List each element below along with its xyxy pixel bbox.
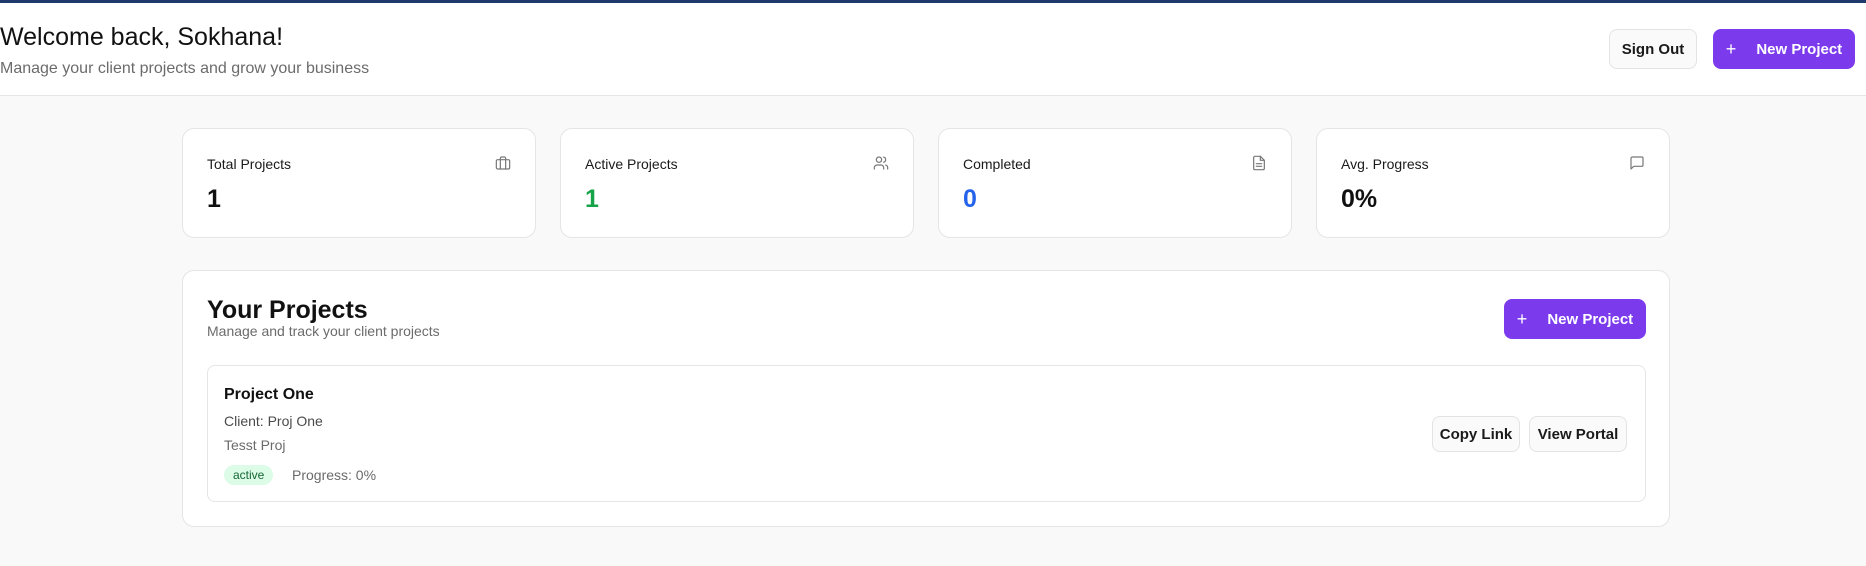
plus-icon: + [1516, 309, 1528, 329]
stat-card-total-projects: Total Projects 1 [182, 128, 536, 238]
copy-link-label: Copy Link [1439, 425, 1513, 443]
project-description: Tesst Proj [224, 437, 286, 453]
project-name: Project One [224, 386, 314, 403]
stat-value: 1 [585, 185, 599, 213]
status-badge: active [224, 465, 274, 485]
stat-label: Avg. Progress [1341, 156, 1429, 172]
projects-title: Your Projects [207, 296, 368, 324]
stat-card-active-projects: Active Projects 1 [560, 128, 914, 238]
sign-out-button[interactable]: Sign Out [1609, 29, 1697, 69]
users-icon [873, 156, 889, 170]
stat-card-avg-progress: Avg. Progress 0% [1316, 128, 1670, 238]
plus-icon: + [1725, 39, 1737, 59]
briefcase-icon [495, 156, 511, 170]
sign-out-label: Sign Out [1621, 40, 1685, 58]
project-card: Project One Client: Proj One Tesst Proj … [207, 365, 1646, 502]
project-client: Client: Proj One [224, 413, 323, 429]
stat-label: Completed [963, 156, 1031, 172]
welcome-subtitle: Manage your client projects and grow you… [0, 60, 370, 77]
new-project-button[interactable]: + New Project [1713, 29, 1855, 69]
view-portal-label: View Portal [1537, 425, 1619, 443]
message-icon [1630, 156, 1644, 170]
new-project-label: New Project [1756, 40, 1843, 58]
document-icon [1253, 155, 1265, 171]
new-project-button-panel[interactable]: + New Project [1504, 299, 1646, 339]
stat-card-completed: Completed 0 [938, 128, 1292, 238]
view-portal-button[interactable]: View Portal [1529, 416, 1627, 452]
new-project-label: New Project [1547, 310, 1634, 328]
stat-value: 0 [963, 185, 977, 213]
page-header: Welcome back, Sokhana! Manage your clien… [0, 3, 1866, 96]
stat-label: Total Projects [207, 156, 292, 172]
copy-link-button[interactable]: Copy Link [1432, 416, 1520, 452]
projects-subtitle: Manage and track your client projects [207, 323, 440, 339]
projects-panel: Your Projects Manage and track your clie… [182, 270, 1670, 527]
stat-label: Active Projects [585, 156, 678, 172]
welcome-title: Welcome back, Sokhana! [0, 23, 284, 51]
stat-value: 1 [207, 185, 221, 213]
stat-value: 0% [1341, 185, 1378, 213]
project-progress: Progress: 0% [292, 467, 377, 483]
